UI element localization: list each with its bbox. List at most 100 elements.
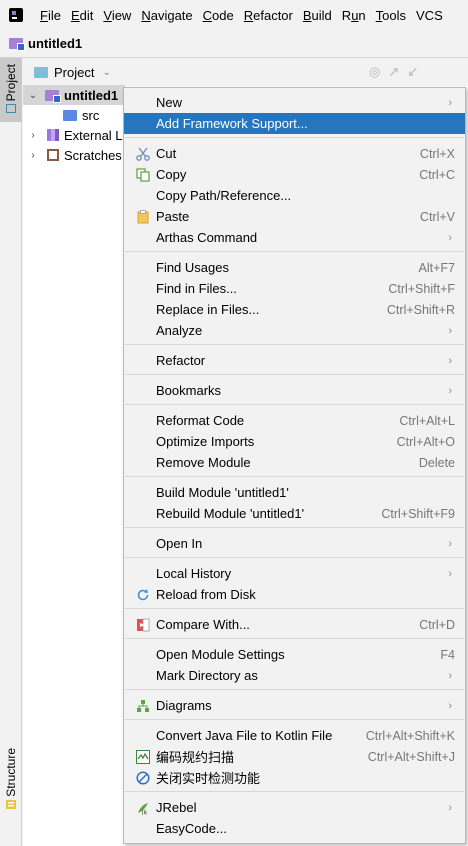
menu-tools[interactable]: Tools	[371, 8, 411, 23]
menu-refactor[interactable]: Refactor	[239, 8, 298, 23]
menu-item-add-framework-support[interactable]: Add Framework Support...	[124, 113, 465, 134]
menu-separator	[125, 527, 464, 528]
menu-item-disable-realtime-check[interactable]: 关闭实时检测功能	[124, 767, 465, 788]
menu-item-jrebel[interactable]: JR JRebel ›	[124, 797, 465, 818]
tree-item-root[interactable]: ⌄ untitled1	[23, 85, 125, 105]
menu-item-bookmarks[interactable]: Bookmarks ›	[124, 380, 465, 401]
menu-file[interactable]: File	[35, 8, 66, 23]
project-tool-tab[interactable]: Project	[0, 58, 22, 122]
menu-item-label: JRebel	[156, 800, 197, 815]
menu-item-label: Reload from Disk	[156, 587, 256, 602]
menu-separator	[125, 719, 464, 720]
module-folder-icon	[45, 89, 61, 103]
menu-item-optimize-imports[interactable]: Optimize Imports Ctrl+Alt+O	[124, 431, 465, 452]
menu-view[interactable]: View	[98, 8, 136, 23]
menu-item-shortcut: Ctrl+C	[419, 167, 455, 182]
locate-icon[interactable]: ◎	[369, 64, 380, 80]
menu-item-label: Open In	[156, 536, 203, 551]
menu-item-open-module-settings[interactable]: Open Module Settings F4	[124, 644, 465, 665]
menu-item-rebuild-module[interactable]: Rebuild Module 'untitled1' Ctrl+Shift+F9	[124, 503, 465, 524]
project-view-selector[interactable]: Project	[54, 65, 94, 80]
menu-item-shortcut: Ctrl+Shift+F	[388, 281, 455, 296]
menu-separator	[125, 689, 464, 690]
menu-item-analyze[interactable]: Analyze ›	[124, 320, 465, 341]
menu-item-label: Copy Path/Reference...	[156, 188, 292, 203]
chevron-down-icon[interactable]: ⌄	[102, 67, 110, 78]
menu-item-shortcut: Ctrl+X	[419, 146, 455, 161]
breadcrumb-project[interactable]: untitled1	[28, 36, 82, 51]
chevron-right-icon: ›	[448, 354, 452, 367]
menu-item-arthas-command[interactable]: Arthas Command ›	[124, 227, 465, 248]
menu-item-label: Paste	[156, 209, 190, 224]
chevron-right-icon: ›	[448, 537, 452, 550]
menu-run[interactable]: Run	[337, 8, 371, 23]
scan-icon	[135, 749, 151, 765]
menu-item-reformat-code[interactable]: Reformat Code Ctrl+Alt+L	[124, 410, 465, 431]
menu-item-new[interactable]: New ›	[124, 92, 465, 113]
tree-item-external-libraries[interactable]: › External Li	[23, 125, 125, 145]
menu-item-build-module[interactable]: Build Module 'untitled1'	[124, 482, 465, 503]
menu-item-label: Remove Module	[156, 455, 251, 470]
menu-vcs[interactable]: VCS	[411, 8, 448, 23]
module-folder-icon	[9, 38, 25, 51]
menu-item-reload-from-disk[interactable]: Reload from Disk	[124, 584, 465, 605]
expand-all-icon[interactable]: ↗	[388, 64, 399, 80]
menu-item-find-in-files[interactable]: Find in Files... Ctrl+Shift+F	[124, 278, 465, 299]
menu-item-open-in[interactable]: Open In ›	[124, 533, 465, 554]
scissors-icon	[135, 146, 151, 162]
menu-item-copy[interactable]: Copy Ctrl+C	[124, 164, 465, 185]
menu-item-label: Open Module Settings	[156, 647, 285, 662]
menu-code[interactable]: Code	[198, 8, 239, 23]
menu-item-label: Add Framework Support...	[156, 116, 308, 131]
chevron-right-icon: ›	[448, 231, 452, 244]
diagram-icon	[135, 698, 151, 714]
menu-item-compare-with[interactable]: Compare With... Ctrl+D	[124, 614, 465, 635]
chevron-right-icon: ›	[448, 567, 452, 580]
menu-build[interactable]: Build	[298, 8, 337, 23]
copy-icon	[135, 167, 151, 183]
menu-item-convert-to-kotlin[interactable]: Convert Java File to Kotlin File Ctrl+Al…	[124, 725, 465, 746]
menu-item-local-history[interactable]: Local History ›	[124, 563, 465, 584]
menu-separator	[125, 476, 464, 477]
menu-item-label: Analyze	[156, 323, 203, 338]
menu-separator	[125, 137, 464, 138]
project-tab-icon	[6, 104, 16, 114]
menu-item-paste[interactable]: Paste Ctrl+V	[124, 206, 465, 227]
chevron-right-icon: ›	[448, 669, 452, 682]
tree-item-label: src	[82, 107, 100, 123]
menu-item-cut[interactable]: Cut Ctrl+X	[124, 143, 465, 164]
menu-item-easycode[interactable]: EasyCode...	[124, 818, 465, 839]
tree-item-src[interactable]: src	[23, 105, 99, 125]
menu-item-shortcut: Ctrl+Alt+Shift+K	[365, 728, 455, 743]
menu-item-diagrams[interactable]: Diagrams ›	[124, 695, 465, 716]
chevron-right-icon: ›	[448, 699, 452, 712]
tree-item-scratches[interactable]: › Scratches	[23, 145, 122, 165]
menu-item-copy-path[interactable]: Copy Path/Reference...	[124, 185, 465, 206]
context-menu: New › Add Framework Support... Cut Ctrl+…	[123, 87, 466, 844]
menu-navigate[interactable]: Navigate	[136, 8, 197, 23]
menu-item-remove-module[interactable]: Remove Module Delete	[124, 452, 465, 473]
block-icon	[135, 770, 151, 786]
menu-edit[interactable]: Edit	[66, 8, 98, 23]
menu-item-shortcut: Ctrl+V	[419, 209, 455, 224]
left-tool-strip: Project Structure	[0, 58, 22, 846]
tree-item-label: Scratches	[64, 147, 122, 163]
menu-item-find-usages[interactable]: Find Usages Alt+F7	[124, 257, 465, 278]
structure-tool-tab[interactable]: Structure	[0, 748, 22, 838]
menu-item-refactor[interactable]: Refactor ›	[124, 350, 465, 371]
chevron-right-icon: ›	[448, 384, 452, 397]
menu-item-code-scan[interactable]: 编码规约扫描 Ctrl+Alt+Shift+J	[124, 746, 465, 767]
menu-item-label: Cut	[156, 146, 177, 161]
chevron-right-icon[interactable]: ›	[27, 150, 39, 161]
menu-item-mark-directory-as[interactable]: Mark Directory as ›	[124, 665, 465, 686]
chevron-down-icon[interactable]: ⌄	[27, 90, 39, 101]
structure-tab-icon	[6, 799, 16, 809]
compare-icon	[135, 617, 151, 633]
menu-item-label: Optimize Imports	[156, 434, 255, 449]
menu-item-replace-in-files[interactable]: Replace in Files... Ctrl+Shift+R	[124, 299, 465, 320]
collapse-all-icon[interactable]: ↙	[407, 64, 418, 80]
menu-separator	[125, 344, 464, 345]
structure-tab-label: Structure	[4, 748, 18, 797]
library-icon	[47, 129, 59, 141]
chevron-right-icon[interactable]: ›	[27, 130, 39, 141]
